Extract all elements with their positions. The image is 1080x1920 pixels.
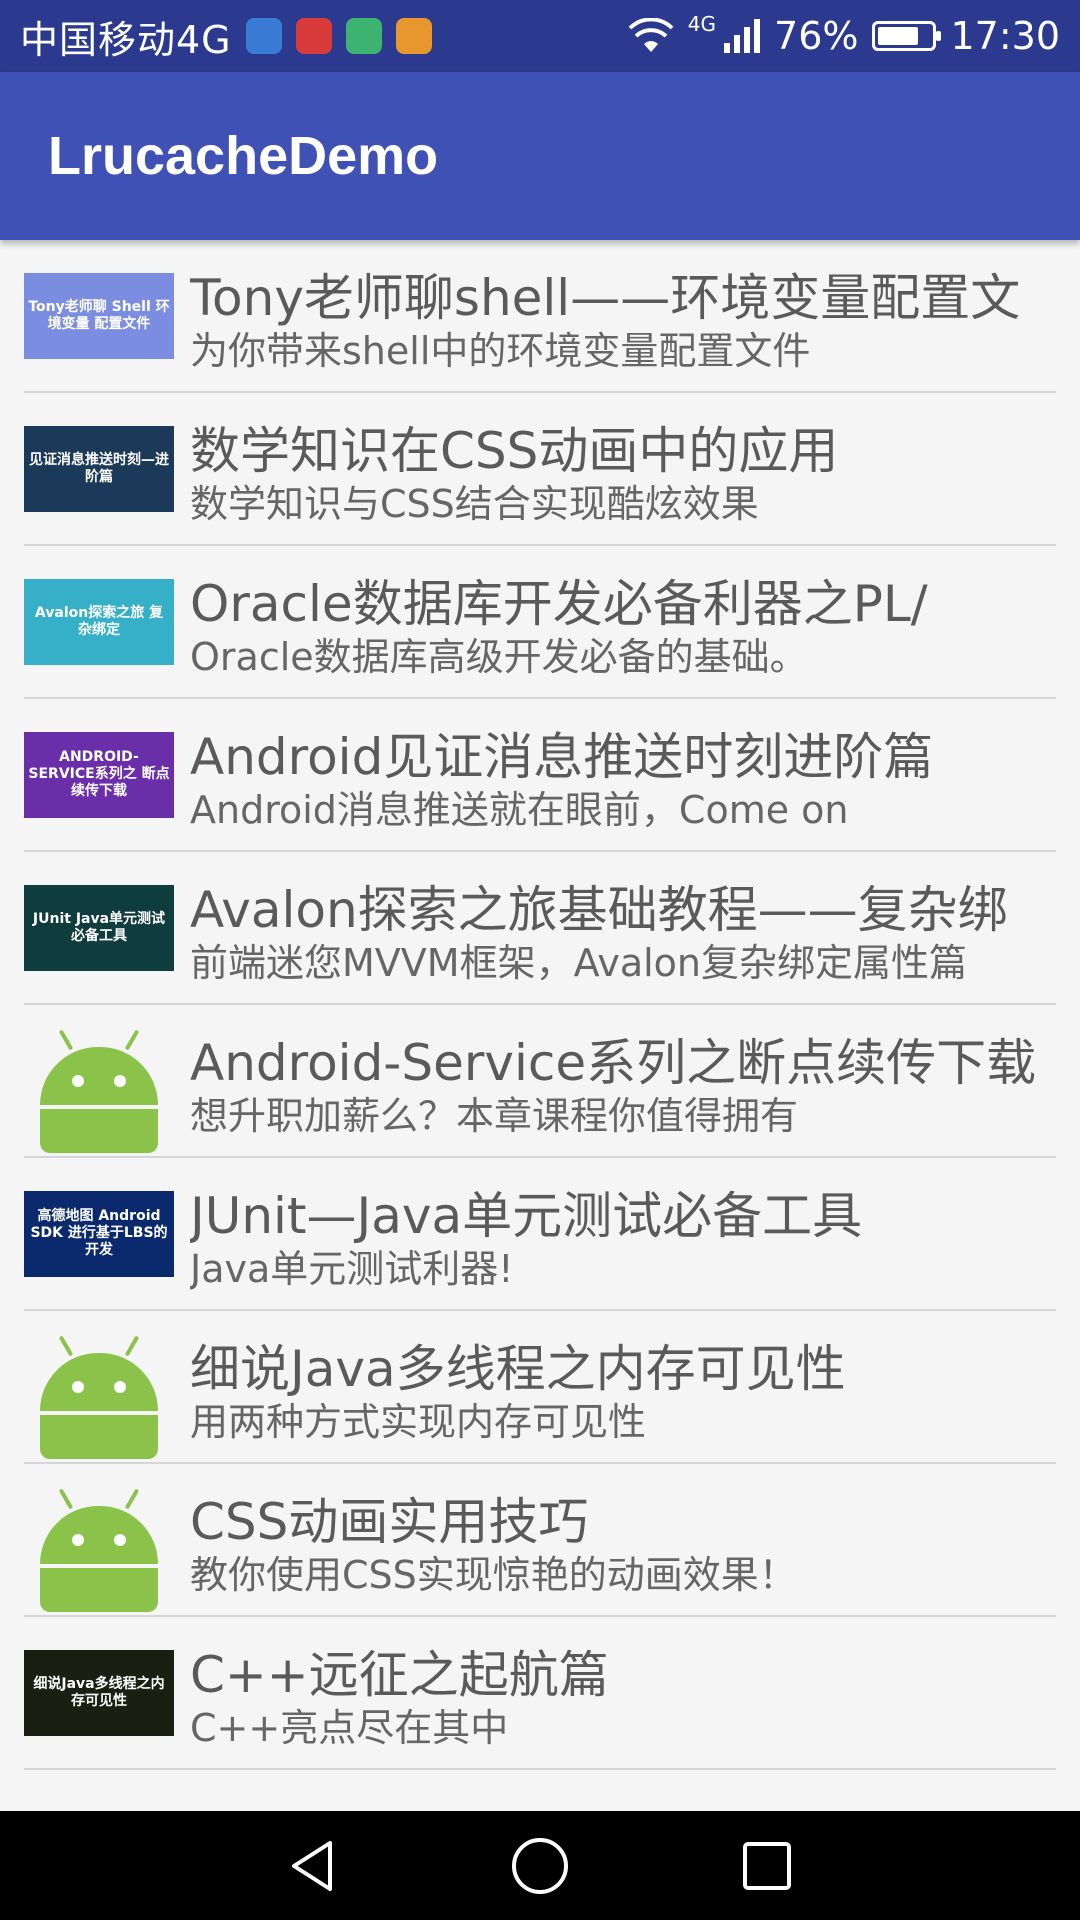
list-item[interactable]: ANDROID-SERVICE系列之 断点续传下载 Android见证消息推送时刻… xyxy=(24,699,1056,852)
item-title: JUnit—Java单元测试必备工具 xyxy=(190,1187,863,1245)
notification-app-icon-3 xyxy=(345,18,382,54)
item-texts: C++远征之起航篇 C++亮点尽在其中 xyxy=(190,1617,1056,1768)
back-button[interactable] xyxy=(283,1836,343,1896)
item-subtitle: 前端迷您MVVM框架，Avalon复杂绑定属性篇 xyxy=(190,941,967,985)
back-triangle-icon xyxy=(292,1840,333,1891)
item-subtitle: 数学知识与CSS结合实现酷炫效果 xyxy=(190,482,759,526)
item-texts: Android见证消息推送时刻进阶篇 Android消息推送就在眼前，Come o… xyxy=(190,699,1056,850)
item-subtitle: 用两种方式实现内存可见性 xyxy=(190,1400,647,1444)
thumbnail-text: 高德地图 Android SDK 进行基于LBS的开发 xyxy=(30,1208,168,1258)
notification-app-icon-1 xyxy=(245,18,282,54)
course-thumbnail: 高德地图 Android SDK 进行基于LBS的开发 xyxy=(24,1190,174,1277)
status-bar: 中国移动4G 4G 76% 17:30 xyxy=(0,0,1080,72)
item-texts: JUnit—Java单元测试必备工具 Java单元测试利器! xyxy=(190,1158,1056,1309)
item-title: Android-Service系列之断点续传下载 xyxy=(190,1034,1037,1092)
recents-square-icon xyxy=(742,1841,791,1890)
course-thumbnail: Avalon探索之旅 复杂绑定 xyxy=(24,578,174,665)
notification-app-icon-2 xyxy=(295,18,332,54)
list-item[interactable]: Avalon探索之旅 复杂绑定 Oracle数据库开发必备利器之PL/Oracle… xyxy=(24,546,1056,699)
notification-app-icon-4 xyxy=(395,18,432,54)
item-title: 数学知识在CSS动画中的应用 xyxy=(190,422,839,480)
item-subtitle: Android消息推送就在眼前，Come on xyxy=(190,788,849,832)
item-title: Tony老师聊shell——环境变量配置文 xyxy=(190,269,1021,327)
navigation-bar xyxy=(0,1811,1080,1920)
course-thumbnail: JUnit Java单元测试必备工具 xyxy=(24,884,174,971)
item-title: Oracle数据库开发必备利器之PL/ xyxy=(190,575,928,633)
item-texts: Avalon探索之旅基础教程——复杂绑 前端迷您MVVM框架，Avalon复杂绑定… xyxy=(190,852,1056,1003)
wifi-icon xyxy=(628,18,674,52)
thumbnail-text: ANDROID-SERVICE系列之 断点续传下载 xyxy=(28,749,170,799)
thumbnail-text: JUnit Java单元测试必备工具 xyxy=(32,910,166,944)
item-title: Android见证消息推送时刻进阶篇 xyxy=(190,728,934,786)
item-subtitle: 为你带来shell中的环境变量配置文件 xyxy=(190,329,811,373)
home-button[interactable] xyxy=(510,1836,570,1896)
android-robot-icon xyxy=(24,1317,174,1459)
battery-percent: 76% xyxy=(774,14,859,58)
signal-icon xyxy=(724,19,761,53)
course-thumbnail: 见证消息推送时刻—进阶篇 xyxy=(24,425,174,512)
thumbnail-text: 见证消息推送时刻—进阶篇 xyxy=(29,451,169,485)
item-title: C++远征之起航篇 xyxy=(190,1646,609,1704)
item-subtitle: 想升职加薪么？本章课程你值得拥有 xyxy=(190,1094,799,1138)
item-subtitle: Oracle数据库高级开发必备的基础。 xyxy=(190,635,808,679)
recents-button[interactable] xyxy=(737,1836,797,1896)
course-thumbnail: Tony老师聊 Shell 环境变量 配置文件 xyxy=(24,272,174,359)
item-title: 细说Java多线程之内存可见性 xyxy=(190,1340,846,1398)
carrier-label: 中国移动4G xyxy=(20,17,232,62)
list-item[interactable]: 见证消息推送时刻—进阶篇 数学知识在CSS动画中的应用 数学知识与CSS结合实现酷炫… xyxy=(24,393,1056,546)
course-thumbnail: ANDROID-SERVICE系列之 断点续传下载 xyxy=(24,731,174,818)
app-title: LrucacheDemo xyxy=(48,126,439,186)
item-title: Avalon探索之旅基础教程——复杂绑 xyxy=(190,881,1008,939)
network-type-label: 4G xyxy=(687,12,717,36)
list-item[interactable]: 细说Java多线程之内存可见性 C++远征之起航篇 C++亮点尽在其中 xyxy=(24,1617,1056,1770)
item-texts: Tony老师聊shell——环境变量配置文 为你带来shell中的环境变量配置文件 xyxy=(190,240,1056,391)
item-texts: Android-Service系列之断点续传下载 想升职加薪么？本章课程你值得拥有 xyxy=(190,1005,1056,1156)
item-texts: Oracle数据库开发必备利器之PL/Oracle数据库高级开发必备的基础。 xyxy=(190,546,1056,697)
battery-icon xyxy=(872,21,942,51)
course-list[interactable]: Tony老师聊 Shell 环境变量 配置文件 Tony老师聊shell——环境变… xyxy=(0,240,1080,1770)
list-item[interactable]: JUnit Java单元测试必备工具 Avalon探索之旅基础教程——复杂绑 前端迷… xyxy=(24,852,1056,1005)
thumbnail-text: Tony老师聊 Shell 环境变量 配置文件 xyxy=(28,298,170,332)
item-subtitle: C++亮点尽在其中 xyxy=(190,1706,509,1750)
thumbnail-text: 细说Java多线程之内存可见性 xyxy=(33,1675,165,1709)
list-item[interactable]: 细说Java多线程之内存可见性 用两种方式实现内存可见性 xyxy=(24,1311,1056,1464)
list-item[interactable]: Tony老师聊 Shell 环境变量 配置文件 Tony老师聊shell——环境变… xyxy=(24,240,1056,393)
item-texts: 细说Java多线程之内存可见性 用两种方式实现内存可见性 xyxy=(190,1311,1056,1462)
list-item[interactable]: CSS动画实用技巧 教你使用CSS实现惊艳的动画效果！ xyxy=(24,1464,1056,1617)
android-robot-icon xyxy=(24,1470,174,1612)
item-texts: CSS动画实用技巧 教你使用CSS实现惊艳的动画效果！ xyxy=(190,1464,1056,1615)
item-texts: 数学知识在CSS动画中的应用 数学知识与CSS结合实现酷炫效果 xyxy=(190,393,1056,544)
list-item[interactable]: 高德地图 Android SDK 进行基于LBS的开发 JUnit—Java单元测… xyxy=(24,1158,1056,1311)
home-circle-icon xyxy=(511,1837,568,1894)
android-robot-icon xyxy=(24,1011,174,1153)
list-item[interactable]: Android-Service系列之断点续传下载 想升职加薪么？本章课程你值得拥有 xyxy=(24,1005,1056,1158)
item-subtitle: 教你使用CSS实现惊艳的动画效果！ xyxy=(190,1553,797,1597)
clock: 17:30 xyxy=(950,14,1060,58)
thumbnail-text: Avalon探索之旅 复杂绑定 xyxy=(34,604,164,638)
app-bar: LrucacheDemo xyxy=(0,72,1080,240)
course-thumbnail: 细说Java多线程之内存可见性 xyxy=(24,1649,174,1736)
item-title: CSS动画实用技巧 xyxy=(190,1493,589,1551)
item-subtitle: Java单元测试利器! xyxy=(190,1247,514,1291)
